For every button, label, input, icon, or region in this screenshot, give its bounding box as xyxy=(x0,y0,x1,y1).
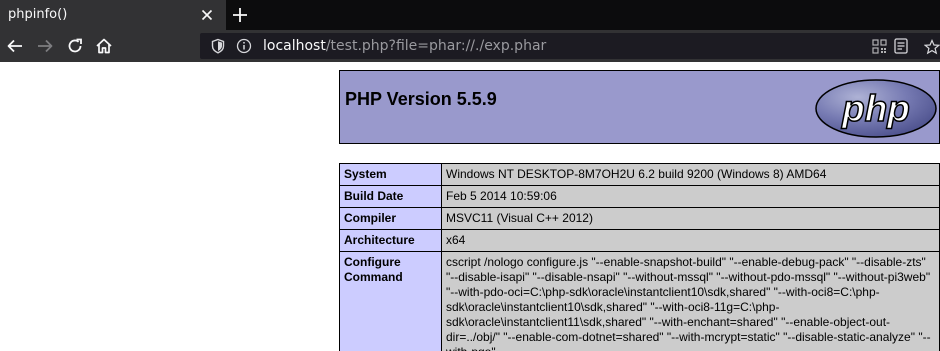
home-icon[interactable] xyxy=(95,37,113,55)
arrow-left-icon[interactable] xyxy=(6,37,24,55)
tab-title: phpinfo() xyxy=(8,7,68,22)
tab-strip: phpinfo() xyxy=(0,0,940,30)
row-key: Architecture xyxy=(339,229,442,252)
php-version-title: PHP Version 5.5.9 xyxy=(345,89,497,109)
php-logo[interactable]: php xyxy=(814,78,938,139)
reload-icon[interactable] xyxy=(66,37,84,55)
tab-phpinfo[interactable]: phpinfo() xyxy=(0,0,226,30)
php-version-header: PHP Version 5.5.9 php xyxy=(339,70,940,144)
table-row: Compiler MSVC11 (Visual C++ 2012) xyxy=(339,207,940,230)
bookmark-star-icon[interactable] xyxy=(924,39,940,55)
row-value: Windows NT DESKTOP-8M7OH2U 6.2 build 920… xyxy=(441,163,940,186)
table-row: System Windows NT DESKTOP-8M7OH2U 6.2 bu… xyxy=(339,163,940,186)
table-row: Build Date Feb 5 2014 10:59:06 xyxy=(339,185,940,208)
table-row: Architecture x64 xyxy=(339,229,940,252)
url-text[interactable]: localhost/test.php?file=phar://./exp.pha… xyxy=(263,37,546,55)
row-key: System xyxy=(339,163,442,186)
row-value: x64 xyxy=(441,229,940,252)
info-icon[interactable] xyxy=(236,38,252,54)
row-value: cscript /nologo configure.js "--enable-s… xyxy=(441,251,940,351)
new-tab-icon[interactable] xyxy=(231,6,249,24)
navigation-toolbar: localhost/test.php?file=phar://./exp.pha… xyxy=(0,30,940,62)
url-path: /test.php?file=phar://./exp.phar xyxy=(325,38,547,54)
row-value: MSVC11 (Visual C++ 2012) xyxy=(441,207,940,230)
shield-icon[interactable] xyxy=(210,38,226,54)
table-row: Configure Command cscript /nologo config… xyxy=(339,251,940,351)
row-key: Build Date xyxy=(339,185,442,208)
close-icon[interactable] xyxy=(199,7,215,23)
reader-view-icon[interactable] xyxy=(894,38,908,54)
svg-text:php: php xyxy=(841,88,910,129)
php-info-table: System Windows NT DESKTOP-8M7OH2U 6.2 bu… xyxy=(339,163,940,351)
row-value: Feb 5 2014 10:59:06 xyxy=(441,185,940,208)
row-key: Compiler xyxy=(339,207,442,230)
qr-code-icon[interactable] xyxy=(872,39,887,54)
arrow-right-icon[interactable] xyxy=(36,37,54,55)
url-host: localhost xyxy=(263,38,326,54)
row-key: Configure Command xyxy=(339,251,442,351)
url-bar[interactable]: localhost/test.php?file=phar://./exp.pha… xyxy=(200,33,940,59)
